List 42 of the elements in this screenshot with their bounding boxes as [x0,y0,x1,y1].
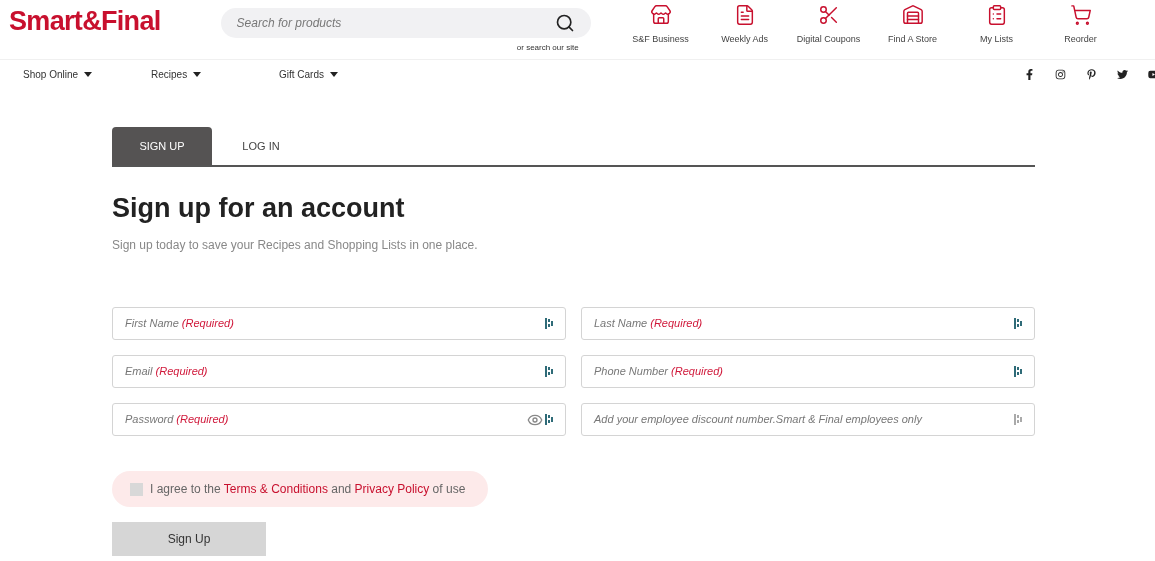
scissors-icon [817,4,840,26]
facebook-icon[interactable] [1024,68,1035,80]
quick-link[interactable]: Reorder [1038,0,1123,47]
quick-link[interactable]: Find A Store [870,0,955,47]
policy-link[interactable]: Terms & Conditions [223,482,328,496]
cart-icon [1069,4,1092,26]
input-field[interactable]: Phone Number (Required) [581,355,1035,388]
twitter-icon[interactable] [1117,68,1128,80]
caret-icon [330,71,338,77]
tab[interactable]: LOG IN [212,127,310,165]
logo[interactable]: Smart&Final [9,8,161,35]
autofill-icon[interactable] [1014,366,1022,377]
input-field[interactable]: Add your employee discount number.Smart & Final employees only [581,403,1035,436]
input-field[interactable]: First Name (Required) [112,307,566,340]
input-field[interactable]: Last Name (Required) [581,307,1035,340]
page-title: Sign up for an account [112,195,406,222]
autofill-icon[interactable] [545,318,553,329]
agreement-text: I agree to the Terms & Conditions and Privacy Policy of use [150,481,466,498]
policy-link[interactable]: Privacy Policy [354,482,430,496]
site-search-link[interactable]: or search our site [516,42,579,54]
storefront-icon [649,4,672,26]
autofill-icon[interactable] [1014,318,1022,329]
autofill-icon[interactable] [545,414,553,425]
caret-icon [193,71,202,77]
quick-link[interactable]: Digital Coupons [786,0,871,47]
search-icon[interactable] [554,13,575,33]
quick-link[interactable]: S&F Business [618,0,703,47]
quick-link[interactable]: My Lists [954,0,1039,47]
pinterest-icon[interactable] [1086,68,1097,80]
caret-icon [84,71,93,77]
instagram-icon[interactable] [1055,68,1066,80]
nav-menu[interactable]: Recipes [151,66,279,82]
checkbox[interactable] [130,482,143,496]
autofill-icon[interactable] [545,366,553,377]
tab[interactable]: SIGN UP [112,127,212,165]
nav-menu[interactable]: Gift Cards [279,66,407,82]
nav-menu[interactable]: Shop Online [23,66,151,82]
page-subtitle: Sign up today to save your Recipes and Shopping Lists in one place. [112,237,479,254]
quick-link[interactable]: Weekly Ads [702,0,787,47]
input-field[interactable]: Email (Required) [112,355,566,388]
input-field[interactable]: Password (Required) [112,403,566,436]
shop-icon [901,4,924,26]
